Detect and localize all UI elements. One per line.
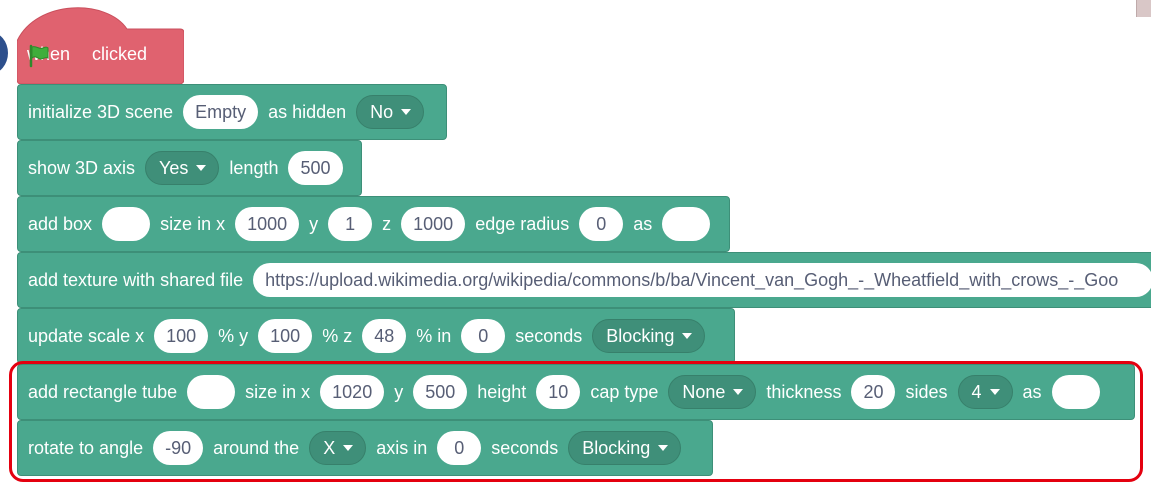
block-label: add box (28, 213, 93, 234)
rotate-to-angle-block[interactable]: rotate to angle -90 around the X axis in… (17, 420, 713, 476)
texture-url-input[interactable]: https://upload.wikimedia.org/wikipedia/c… (253, 263, 1151, 297)
clicked-label: clicked (92, 44, 148, 64)
block-label: update scale x (28, 325, 145, 346)
caret-down-icon (196, 165, 207, 171)
in-percent-label: % in (416, 325, 452, 346)
y-label: y (309, 213, 319, 234)
y-label: y (394, 381, 404, 402)
length-label: length (229, 157, 279, 178)
show-axis-block[interactable]: show 3D axis Yes length 500 (17, 140, 362, 196)
tube-as-input[interactable] (1051, 375, 1100, 409)
hidden-dropdown-value: No (370, 101, 394, 122)
axis-in-label: axis in (376, 437, 428, 458)
scale-mode-value: Blocking (606, 325, 675, 346)
update-scale-block[interactable]: update scale x 100 % y 100 % z 48 % in 0… (17, 308, 735, 364)
y-percent-label: % y (218, 325, 249, 346)
edge-radius-label: edge radius (475, 213, 570, 234)
scale-mode-dropdown[interactable]: Blocking (592, 319, 706, 353)
z-percent-label: % z (322, 325, 353, 346)
rotate-mode-value: Blocking (582, 437, 651, 458)
axis-dropdown[interactable]: X (309, 431, 367, 465)
rotate-seconds-input[interactable]: 0 (437, 431, 482, 465)
sides-label: sides (905, 381, 948, 402)
as-label: as (633, 213, 653, 234)
caret-down-icon (989, 389, 1000, 395)
tube-name-input[interactable] (187, 375, 236, 409)
when-flag-clicked-block[interactable]: when clicked (17, 7, 184, 84)
thickness-label: thickness (766, 381, 842, 402)
cap-type-value: None (682, 381, 726, 402)
tube-height-input[interactable]: 10 (536, 375, 581, 409)
sides-dropdown[interactable]: 4 (957, 375, 1013, 409)
box-name-input[interactable] (102, 207, 151, 241)
caret-down-icon (401, 109, 412, 115)
add-box-block[interactable]: add box size in x 1000 y 1 z 1000 edge r… (17, 196, 730, 252)
initialize-scene-block[interactable]: initialize 3D scene Empty as hidden No (17, 84, 447, 140)
caret-down-icon (733, 389, 744, 395)
cap-type-dropdown[interactable]: None (668, 375, 757, 409)
rotate-mode-dropdown[interactable]: Blocking (568, 431, 682, 465)
angle-input[interactable]: -90 (153, 431, 204, 465)
around-the-label: around the (213, 437, 300, 458)
axis-visible-value: Yes (159, 157, 189, 178)
seconds-label: seconds (515, 325, 583, 346)
tube-y-input[interactable]: 500 (413, 375, 468, 409)
cap-type-label: cap type (590, 381, 659, 402)
size-x-label: size in x (160, 213, 226, 234)
size-x-label: size in x (245, 381, 311, 402)
box-x-input[interactable]: 1000 (235, 207, 300, 241)
caret-down-icon (682, 333, 693, 339)
add-rectangle-tube-block[interactable]: add rectangle tube size in x 1020 y 500 … (17, 364, 1135, 420)
tube-x-input[interactable]: 1020 (320, 375, 385, 409)
block-label: add rectangle tube (28, 381, 178, 402)
edge-radius-input[interactable]: 0 (579, 207, 624, 241)
hidden-dropdown[interactable]: No (356, 95, 425, 129)
length-input[interactable]: 500 (288, 151, 343, 185)
as-hidden-label: as hidden (268, 101, 347, 122)
block-label: show 3D axis (28, 157, 136, 178)
scale-y-input[interactable]: 100 (258, 319, 313, 353)
sides-value: 4 (971, 381, 982, 402)
add-texture-block[interactable]: add texture with shared file https://upl… (17, 252, 1151, 308)
axis-value: X (323, 437, 336, 458)
block-label: add texture with shared file (28, 269, 244, 290)
as-label: as (1022, 381, 1042, 402)
scale-seconds-input[interactable]: 0 (461, 319, 506, 353)
block-label: rotate to angle (28, 437, 144, 458)
box-y-input[interactable]: 1 (328, 207, 373, 241)
sprite-indicator (0, 32, 8, 74)
seconds-label: seconds (491, 437, 559, 458)
block-label: initialize 3D scene (28, 101, 174, 122)
scale-z-input[interactable]: 48 (362, 319, 407, 353)
thickness-input[interactable]: 20 (851, 375, 896, 409)
z-label: z (382, 213, 392, 234)
scene-input[interactable]: Empty (183, 95, 259, 129)
box-z-input[interactable]: 1000 (401, 207, 466, 241)
corner-thumbnail (1136, 0, 1151, 17)
box-as-input[interactable] (662, 207, 711, 241)
axis-visible-dropdown[interactable]: Yes (145, 151, 220, 185)
caret-down-icon (658, 445, 669, 451)
scale-x-input[interactable]: 100 (154, 319, 209, 353)
caret-down-icon (343, 445, 354, 451)
height-label: height (477, 381, 527, 402)
